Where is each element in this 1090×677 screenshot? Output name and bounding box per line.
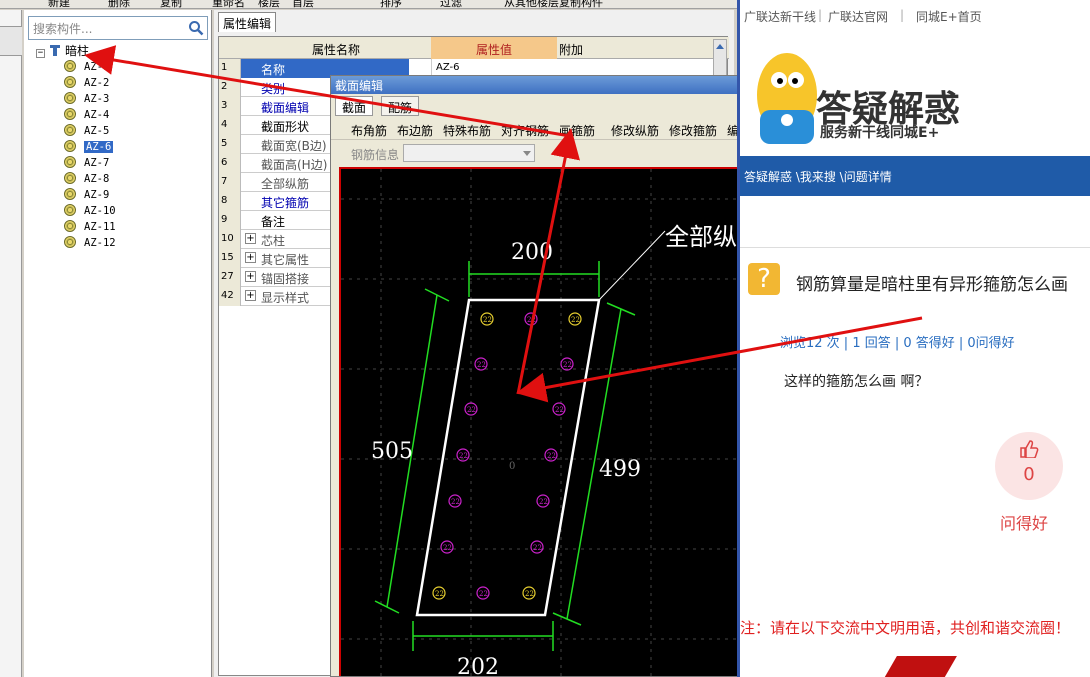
corner-ribbon: [883, 656, 957, 677]
nav-link-tongcheng[interactable]: 同城E+首页: [916, 8, 982, 25]
top-nav: 广联达新干线 | 广联达官网 | 同城E+首页: [744, 8, 982, 25]
nav-link-official[interactable]: 广联达官网: [828, 8, 888, 25]
logo-subtitle: 服务新干线同城E+: [820, 125, 940, 141]
question-icon: ?: [748, 263, 780, 295]
qa-webpage: 广联达新干线 | 广联达官网 | 同城E+首页 答疑解惑 服务新干线同城E+ 答…: [737, 0, 1090, 677]
nav-link-xingan[interactable]: 广联达新干线: [744, 8, 816, 25]
software-window: 新建 删除 复制 重命名 楼层 首层 排序 过滤 从其他楼层复制构件 搜索构件.…: [0, 0, 737, 677]
annotation-arrows: [84, 45, 581, 395]
arrow-to-tree: [84, 45, 571, 138]
question-body: 这样的箍筋怎么画 啊？: [784, 374, 929, 390]
like-count: 0: [1023, 464, 1035, 485]
like-label[interactable]: 问得好: [1000, 510, 1048, 534]
question-title: 钢筋算量是暗柱里有异形箍筋怎么画: [796, 275, 1068, 295]
notice-text: 注：请在以下交流中文明用语，共创和谐交流圈！: [740, 619, 1071, 637]
thumbs-up-icon: [1020, 440, 1039, 458]
arrow-to-draw-stirrup: [516, 128, 581, 395]
question-stats: 浏览12 次 | 1 回答 | 0 答得好 | 0问得好: [780, 336, 1015, 351]
breadcrumb[interactable]: 答疑解惑 \我来搜 \问题详情: [740, 156, 1090, 196]
